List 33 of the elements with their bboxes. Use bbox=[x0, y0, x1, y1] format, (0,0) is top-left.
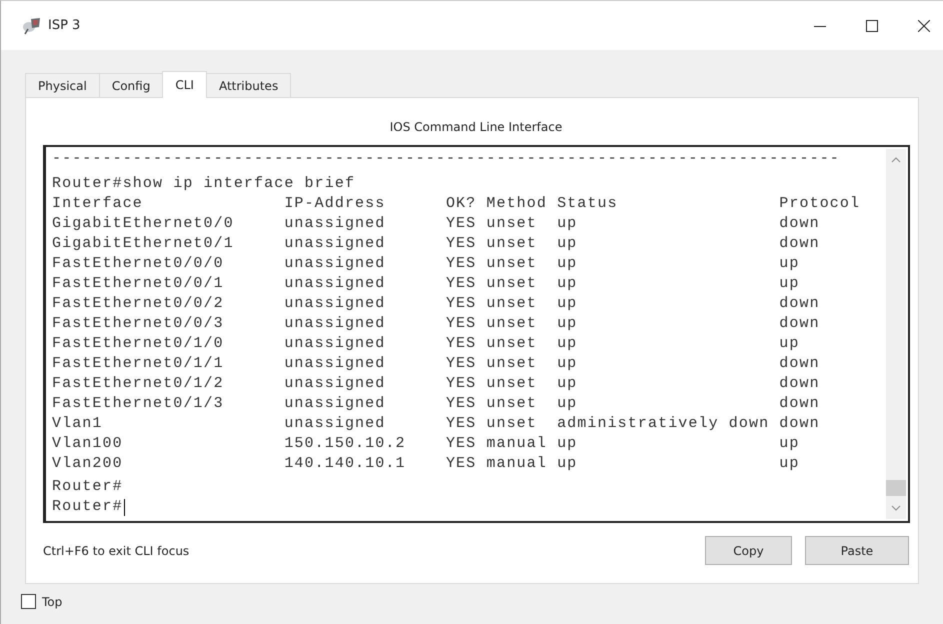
terminal-line: Vlan100 150.150.10.2 YES manual up up bbox=[52, 434, 800, 454]
hint-text: Ctrl+F6 to exit CLI focus bbox=[43, 544, 190, 558]
checkbox-label[interactable]: Top bbox=[42, 594, 62, 608]
terminal-line: FastEthernet0/0/3 unassigned YES unset up down bbox=[52, 314, 820, 334]
tab[interactable]: CLI bbox=[162, 71, 207, 98]
action-button[interactable]: Copy bbox=[705, 536, 792, 565]
terminal-line: Router#show ip interface brief bbox=[52, 174, 356, 194]
terminal-line: FastEthernet0/1/2 unassigned YES unset up down bbox=[52, 374, 820, 394]
router-icon bbox=[22, 16, 42, 34]
terminal-line: GigabitEthernet0/0 unassigned YES unset up down bbox=[52, 214, 820, 234]
close-icon[interactable] bbox=[918, 20, 930, 32]
scrollbar[interactable] bbox=[886, 149, 906, 519]
tab[interactable]: Physical bbox=[25, 73, 100, 97]
terminal-line: FastEthernet0/0/2 unassigned YES unset up down bbox=[52, 294, 820, 314]
action-button[interactable]: Paste bbox=[805, 536, 909, 565]
terminal-line: Vlan200 140.140.10.1 YES manual up up bbox=[52, 454, 800, 474]
terminal-line: FastEthernet0/1/0 unassigned YES unset up up bbox=[52, 334, 800, 354]
panel-heading: IOS Command Line Interface bbox=[388, 120, 564, 136]
terminal-line: Interface IP-Address OK? Method Status Protocol bbox=[52, 194, 860, 214]
terminal-line: FastEthernet0/0/0 unassigned YES unset up up bbox=[52, 254, 800, 274]
terminal-line: FastEthernet0/0/1 unassigned YES unset up up bbox=[52, 274, 800, 294]
terminal-console[interactable] bbox=[43, 145, 910, 523]
terminal-line: Vlan1 unassigned YES unset administratively down down bbox=[52, 414, 820, 434]
terminal-line: FastEthernet0/1/1 unassigned YES unset up down bbox=[52, 354, 820, 374]
window-title: ISP 3 bbox=[48, 18, 80, 33]
terminal-line: FastEthernet0/1/3 unassigned YES unset up down bbox=[52, 394, 820, 414]
tab[interactable]: Attributes bbox=[206, 73, 292, 97]
terminal-line: Router# bbox=[52, 497, 123, 517]
terminal-line: ------------------------------------------------------------------------------ bbox=[52, 149, 840, 169]
terminal-line: GigabitEthernet0/1 unassigned YES unset up down bbox=[52, 234, 820, 254]
checkbox[interactable] bbox=[21, 594, 36, 609]
maximize-icon[interactable] bbox=[866, 20, 878, 32]
terminal-line: Router# bbox=[52, 477, 123, 497]
